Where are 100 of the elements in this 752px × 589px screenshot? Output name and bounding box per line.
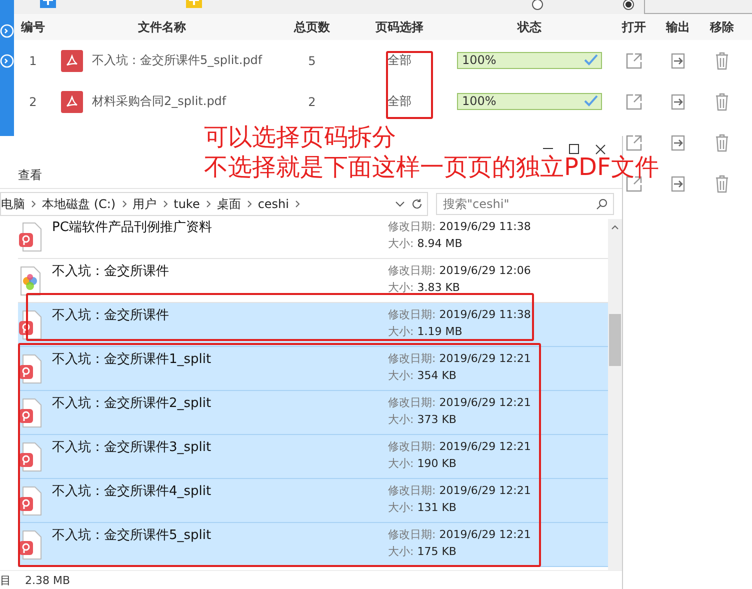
pdf-file-icon xyxy=(18,354,42,384)
breadcrumb-item[interactable]: tuke xyxy=(174,197,200,211)
trash-icon[interactable] xyxy=(715,92,729,110)
image-file-icon xyxy=(18,266,42,296)
page-selection[interactable]: 全部 xyxy=(352,93,447,110)
breadcrumb-item[interactable]: 电脑 xyxy=(1,196,25,212)
file-row[interactable]: 不入坑：金交所课件4_split 修改日期: 2019/6/29 12:21 大小: 131 KB xyxy=(18,479,608,523)
dropdown-icon[interactable] xyxy=(395,201,405,207)
file-size: 大小: 175 KB xyxy=(388,544,456,559)
pdf-file-icon xyxy=(18,398,42,428)
breadcrumb-item[interactable]: 用户 xyxy=(132,196,157,212)
file-name: 不入坑：金交所课件 xyxy=(52,263,169,280)
file-date: 修改日期: 2019/6/29 12:21 xyxy=(388,483,531,498)
open-external-icon[interactable] xyxy=(625,134,643,152)
scroll-thumb[interactable] xyxy=(609,314,621,366)
page-count: 2 xyxy=(307,94,317,108)
file-size: 大小: 1.19 MB xyxy=(388,324,462,339)
refresh-icon[interactable] xyxy=(411,198,423,210)
file-row[interactable]: 不入坑：金交所课件2_split 修改日期: 2019/6/29 12:21 大小: 373 KB xyxy=(18,391,608,435)
file-name: 不入坑：金交所课件5_split.pdf xyxy=(92,52,264,69)
progress-bar: 100% xyxy=(457,52,602,69)
export-icon[interactable] xyxy=(671,176,685,192)
export-icon[interactable] xyxy=(671,94,685,110)
minimize-icon xyxy=(543,148,553,150)
pdf-icon xyxy=(61,50,83,72)
highlight-box xyxy=(386,51,433,119)
file-date: 修改日期: 2019/6/29 11:38 xyxy=(388,307,531,322)
search-field[interactable]: 搜索"ceshi" xyxy=(436,193,614,215)
chevron-right-icon[interactable] xyxy=(206,200,211,208)
breadcrumb-item[interactable]: 本地磁盘 (C:) xyxy=(42,196,116,212)
scroll-up-icon[interactable] xyxy=(611,225,619,230)
row-number: 2 xyxy=(28,94,38,108)
breadcrumb-item[interactable]: ceshi xyxy=(258,197,289,211)
file-name: 不入坑：金交所课件4_split xyxy=(52,483,212,500)
column-header: 页码选择 xyxy=(374,18,424,36)
file-size: 大小: 190 KB xyxy=(388,456,456,471)
address-bar[interactable]: 电脑 本地磁盘 (C:) 用户 tuke 桌面 ceshi xyxy=(0,192,428,216)
pdf-file-icon xyxy=(18,486,42,516)
chevron-right-icon[interactable] xyxy=(31,200,36,208)
radio-button[interactable] xyxy=(532,0,543,10)
close-icon xyxy=(594,144,606,154)
total-size: 2.38 MB xyxy=(25,574,70,586)
file-row[interactable]: 不入坑：金交所课件3_split 修改日期: 2019/6/29 12:21 大小: 190 KB xyxy=(18,435,608,479)
pdf-file-icon xyxy=(18,530,42,560)
column-header: 编号 xyxy=(20,18,46,36)
file-size: 大小: 8.94 MB xyxy=(388,236,462,251)
file-name: 不入坑：金交所课件2_split xyxy=(52,395,212,412)
row-number: 1 xyxy=(28,54,38,68)
file-row[interactable]: PC端软件产品刊例推广资料 修改日期: 2019/6/29 11:38 大小: 8.94 MB xyxy=(18,219,608,259)
column-header: 输出 xyxy=(664,18,691,36)
ribbon-tab[interactable]: 查看 xyxy=(18,166,42,184)
file-date: 修改日期: 2019/6/29 12:21 xyxy=(388,395,531,410)
file-row[interactable]: 不入坑：金交所课件 修改日期: 2019/6/29 11:38 大小: 1.19 MB xyxy=(18,303,608,347)
page-count: 5 xyxy=(307,54,317,68)
item-count: 目 xyxy=(0,572,11,588)
column-header: 文件名称 xyxy=(137,18,187,36)
file-row[interactable]: 不入坑：金交所课件1_split 修改日期: 2019/6/29 12:21 大小: 354 KB xyxy=(18,347,608,391)
pdf-file-icon xyxy=(18,442,42,472)
progress-bar: 100% xyxy=(457,93,602,110)
close-button[interactable] xyxy=(594,144,606,154)
file-date: 修改日期: 2019/6/29 12:21 xyxy=(388,351,531,366)
open-external-icon[interactable] xyxy=(625,52,643,70)
file-name: 不入坑：金交所课件5_split xyxy=(52,527,212,544)
chevron-circle-icon[interactable] xyxy=(0,24,14,38)
file-name: 不入坑：金交所课件3_split xyxy=(52,439,212,456)
file-name: 不入坑：金交所课件 xyxy=(52,307,169,324)
search-icon xyxy=(596,198,608,210)
trash-icon[interactable] xyxy=(715,52,729,70)
column-header: 状态 xyxy=(516,18,542,36)
pdf-icon xyxy=(61,90,83,112)
column-header: 打开 xyxy=(620,18,647,36)
trash-icon[interactable] xyxy=(715,174,729,192)
file-date: 修改日期: 2019/6/29 11:38 xyxy=(388,219,531,234)
export-icon[interactable] xyxy=(671,52,685,68)
breadcrumb-item[interactable]: 桌面 xyxy=(216,196,241,212)
file-name: PC端软件产品刊例推广资料 xyxy=(52,219,212,236)
chevron-right-icon[interactable] xyxy=(295,200,300,208)
file-size: 大小: 131 KB xyxy=(388,500,456,515)
trash-icon[interactable] xyxy=(715,134,729,152)
page-selection[interactable]: 全部 xyxy=(352,52,447,69)
annotation-text: 可以选择页码拆分 xyxy=(204,122,396,152)
column-header: 移除 xyxy=(708,18,735,36)
chevron-right-icon[interactable] xyxy=(122,200,127,208)
file-date: 修改日期: 2019/6/29 12:21 xyxy=(388,439,531,454)
file-size: 大小: 3.83 KB xyxy=(388,280,460,295)
file-name: 材料采购合同2_split.pdf xyxy=(92,93,228,110)
file-name: 不入坑：金交所课件1_split xyxy=(52,351,212,368)
maximize-icon xyxy=(569,144,579,154)
radio-button[interactable] xyxy=(623,0,634,10)
chevron-right-icon[interactable] xyxy=(246,200,252,208)
chevron-circle-icon[interactable] xyxy=(0,54,14,68)
export-icon[interactable] xyxy=(671,134,685,150)
maximize-button[interactable] xyxy=(568,144,580,154)
check-icon xyxy=(584,54,598,66)
file-size: 大小: 354 KB xyxy=(388,368,456,383)
open-external-icon[interactable] xyxy=(625,92,643,110)
chevron-right-icon[interactable] xyxy=(162,200,168,208)
annotation-text: 不选择就是下面这样一页页的独立PDF文件 xyxy=(204,152,659,182)
file-row[interactable]: 不入坑：金交所课件5_split 修改日期: 2019/6/29 12:21 大小: 175 KB xyxy=(18,523,608,567)
check-icon xyxy=(584,95,598,107)
